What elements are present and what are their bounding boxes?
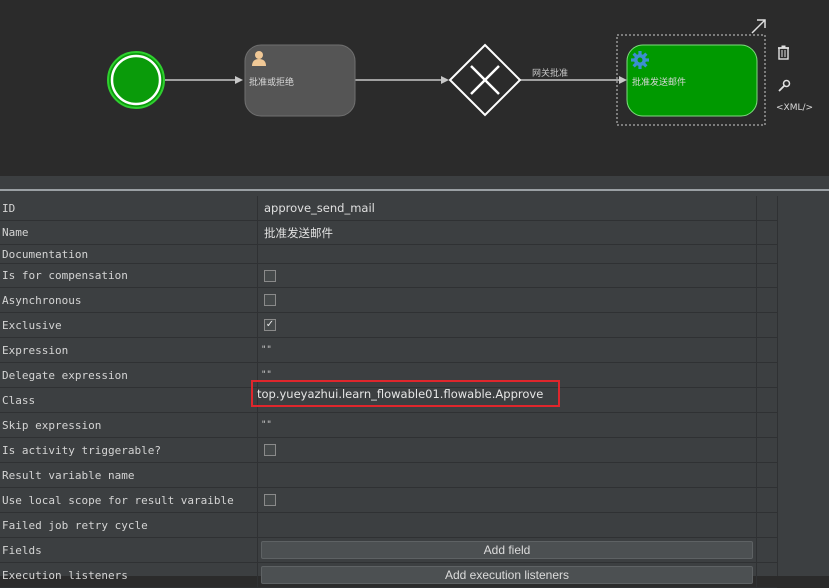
property-label: Skip expression bbox=[2, 418, 102, 432]
add-field-button[interactable]: Add field bbox=[261, 541, 753, 559]
flow-arrowhead bbox=[441, 76, 449, 84]
delegate-expression-value: "" bbox=[261, 370, 272, 380]
start-event[interactable] bbox=[107, 51, 165, 109]
exclusive-checkbox[interactable]: ✓ bbox=[264, 319, 276, 331]
row-tail bbox=[756, 438, 777, 462]
property-row-name: Name 批准发送邮件 bbox=[0, 221, 777, 245]
row-tail bbox=[756, 563, 777, 587]
property-row-fields: Fields Add field bbox=[0, 538, 777, 563]
row-tail bbox=[756, 288, 777, 312]
properties-side-panel bbox=[777, 196, 829, 576]
property-row-exclusive: Exclusive ✓ bbox=[0, 313, 777, 338]
row-tail bbox=[756, 338, 777, 362]
name-value-field[interactable]: 批准发送邮件 bbox=[257, 221, 757, 244]
row-tail bbox=[756, 221, 777, 244]
property-label: Is for compensation bbox=[2, 269, 128, 282]
properties-panel: ID approve_send_mail Name 批准发送邮件 Documen… bbox=[0, 196, 829, 588]
id-value-field[interactable]: approve_send_mail bbox=[257, 196, 757, 220]
row-tail bbox=[756, 313, 777, 337]
flow-label-gateway-approve: 网关批准 bbox=[532, 69, 569, 79]
property-row-skip-expression: Skip expression "" bbox=[0, 413, 777, 438]
property-row-expression: Expression "" bbox=[0, 338, 777, 363]
row-tail bbox=[756, 363, 777, 387]
skip-expression-value: "" bbox=[261, 420, 272, 430]
row-tail bbox=[756, 538, 777, 562]
triggerable-cell bbox=[257, 438, 757, 462]
property-label: Class bbox=[2, 393, 36, 407]
property-label: Expression bbox=[2, 343, 69, 357]
property-row-id: ID approve_send_mail bbox=[0, 196, 777, 221]
property-label: Use local scope for result varaible bbox=[2, 493, 234, 507]
property-label: Result variable name bbox=[2, 468, 135, 482]
row-tail bbox=[756, 413, 777, 437]
property-label: Fields bbox=[2, 543, 42, 557]
row-tail bbox=[756, 488, 777, 512]
row-tail bbox=[756, 264, 777, 287]
property-row-result-variable: Result variable name bbox=[0, 463, 777, 488]
row-tail bbox=[756, 513, 777, 537]
asynchronous-checkbox[interactable] bbox=[264, 294, 276, 306]
property-label: Asynchronous bbox=[2, 293, 82, 307]
row-tail bbox=[756, 388, 777, 412]
class-value-field[interactable]: top.yueyazhui.learn_flowable01.flowable.… bbox=[251, 380, 560, 407]
execution-listeners-cell: Add execution listeners bbox=[257, 563, 757, 587]
panel-splitter[interactable] bbox=[0, 176, 829, 197]
service-task-label: 批准发送邮件 bbox=[632, 78, 687, 88]
flow-arrowhead bbox=[619, 76, 627, 84]
add-execution-listeners-button[interactable]: Add execution listeners bbox=[261, 566, 753, 584]
property-row-retry-cycle: Failed job retry cycle bbox=[0, 513, 777, 538]
property-label: Name bbox=[2, 226, 29, 239]
compensation-checkbox[interactable] bbox=[264, 269, 276, 282]
local-scope-checkbox[interactable] bbox=[264, 494, 276, 506]
trash-icon[interactable] bbox=[778, 45, 789, 60]
wrench-icon[interactable] bbox=[778, 79, 791, 92]
flow-arrowhead bbox=[235, 76, 243, 84]
property-label: Is activity triggerable? bbox=[2, 443, 161, 457]
documentation-value-field[interactable] bbox=[257, 245, 757, 263]
property-label: Delegate expression bbox=[2, 368, 128, 382]
gear-icon bbox=[631, 51, 649, 69]
property-label: Failed job retry cycle bbox=[2, 518, 148, 532]
row-tail bbox=[756, 196, 777, 220]
skip-expression-value-field[interactable]: "" bbox=[257, 413, 757, 437]
property-label: Documentation bbox=[2, 247, 89, 261]
property-label: Execution listeners bbox=[2, 568, 128, 582]
expression-value-field[interactable]: "" bbox=[257, 338, 757, 362]
retry-cycle-value-field[interactable] bbox=[257, 513, 757, 537]
property-row-triggerable: Is activity triggerable? bbox=[0, 438, 777, 463]
local-scope-cell bbox=[257, 488, 757, 512]
user-task-label: 批准或拒绝 bbox=[249, 78, 295, 88]
asynchronous-cell bbox=[257, 288, 757, 312]
property-label: ID bbox=[2, 201, 16, 215]
property-row-local-scope: Use local scope for result varaible bbox=[0, 488, 777, 513]
result-variable-value-field[interactable] bbox=[257, 463, 757, 487]
row-tail bbox=[756, 463, 777, 487]
bpmn-diagram-svg bbox=[107, 19, 791, 126]
property-label: Exclusive bbox=[2, 318, 62, 332]
compensation-cell bbox=[257, 264, 757, 287]
exclusive-cell: ✓ bbox=[257, 313, 757, 337]
triggerable-checkbox[interactable] bbox=[264, 444, 276, 456]
xml-view-button[interactable]: <XML/> bbox=[776, 103, 813, 113]
property-row-compensation: Is for compensation bbox=[0, 264, 777, 288]
splitter-handle[interactable] bbox=[0, 189, 829, 191]
row-tail bbox=[756, 245, 777, 263]
exclusive-gateway[interactable] bbox=[448, 43, 522, 117]
resize-arrow-icon[interactable] bbox=[751, 19, 766, 34]
property-row-asynchronous: Asynchronous bbox=[0, 288, 777, 313]
bpmn-canvas[interactable]: 批准或拒绝 网关批准 批准发送邮件 <XML/> bbox=[0, 0, 829, 176]
expression-value: "" bbox=[261, 345, 272, 355]
fields-cell: Add field bbox=[257, 538, 757, 562]
property-row-documentation: Documentation bbox=[0, 245, 777, 264]
